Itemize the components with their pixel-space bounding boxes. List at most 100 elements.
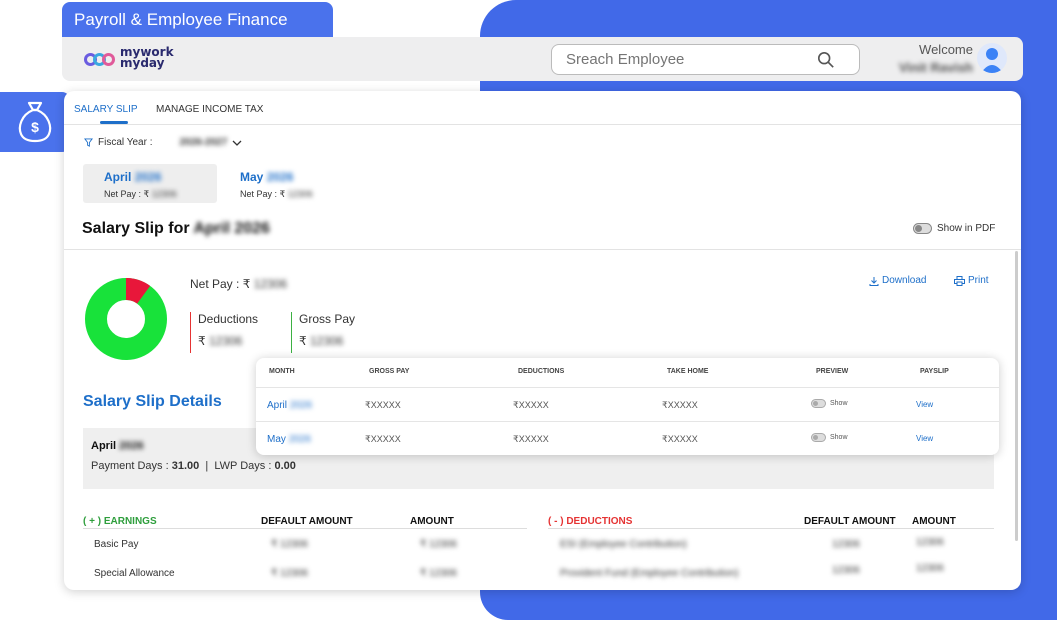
month-card-april[interactable]: April 2026 Net Pay : ₹ 12306 [83, 164, 217, 203]
earning-label: Basic Pay [94, 539, 139, 550]
row-gross: ₹XXXXX [365, 400, 401, 410]
fiscal-year-value: 2026-2027 [179, 137, 228, 148]
view-payslip-link[interactable]: View [916, 400, 933, 409]
active-tab-indicator [100, 121, 128, 124]
earnings-amount-col: AMOUNT [410, 516, 454, 527]
download-button[interactable]: Download [869, 275, 926, 286]
divider [83, 528, 527, 529]
earning-amount: ₹ 12306 [420, 568, 457, 579]
earning-amount: ₹ 12306 [420, 539, 457, 550]
chevron-down-icon[interactable] [232, 139, 242, 147]
money-bag-icon: $ [18, 101, 52, 143]
row-deductions: ₹XXXXX [513, 434, 549, 444]
avatar[interactable] [977, 43, 1007, 73]
svg-text:$: $ [31, 119, 39, 135]
col-preview: PREVIEW [816, 368, 849, 375]
toggle-label: Show in PDF [937, 223, 996, 234]
col-month: MONTH [269, 368, 295, 375]
net-pay-summary: Net Pay : ₹ 12306 [190, 277, 288, 291]
fiscal-year-label: Fiscal Year : [98, 137, 153, 148]
brand-logo[interactable]: mywork myday [84, 45, 174, 70]
row-month: May 2026 [267, 434, 311, 445]
deduction-default: 12306 [832, 539, 860, 550]
net-pay-value: 12306 [151, 189, 177, 199]
section-title: Salary Slip Details [83, 393, 222, 410]
brand-name: mywork myday [120, 45, 174, 70]
col-payslip: PAYSLIP [920, 368, 949, 375]
preview-toggle[interactable]: Show [811, 433, 848, 442]
page-title: Salary Slip for April 2026 [82, 220, 270, 237]
tab-manage-income-tax[interactable]: MANAGE INCOME TAX [156, 104, 263, 115]
search-icon[interactable] [817, 51, 835, 69]
deductions-header: ( - ) DEDUCTIONS [548, 516, 633, 527]
net-pay-label: Net Pay : ₹ [240, 189, 286, 199]
payroll-card: SALARY SLIP MANAGE INCOME TAX Fiscal Yea… [64, 91, 1021, 590]
tab-bar: SALARY SLIP MANAGE INCOME TAX [64, 91, 1021, 125]
earning-label: Special Allowance [94, 568, 175, 579]
user-name: Vinit Ravish [898, 60, 973, 75]
deduction-default: 12306 [832, 565, 860, 576]
net-pay-value: 12306 [287, 189, 313, 199]
month-card-may[interactable]: May 2026 Net Pay : ₹ 12306 [219, 164, 353, 203]
row-deductions: ₹XXXXX [513, 400, 549, 410]
tab-salary-slip[interactable]: SALARY SLIP [74, 104, 138, 115]
top-header: mywork myday Welcome Vinit Ravish [62, 37, 1023, 81]
deductions-amount: 12306 [208, 334, 243, 348]
welcome-label: Welcome [919, 42, 973, 57]
month-year: 2026 [266, 170, 294, 184]
employee-search[interactable] [551, 44, 860, 75]
month-name: April [104, 170, 132, 184]
earnings-default-col: DEFAULT AMOUNT [261, 516, 353, 527]
view-payslip-link[interactable]: View [916, 434, 933, 443]
show-in-pdf-toggle[interactable]: Show in PDF [913, 223, 995, 234]
toggle-switch[interactable] [913, 223, 932, 234]
gross-pay-label: Gross Pay [299, 312, 356, 326]
col-gross-pay: GROSS PAY [369, 368, 410, 375]
days-info: Payment Days : 31.00 | LWP Days : 0.00 [91, 460, 296, 472]
month-name: May [240, 170, 264, 184]
divider [64, 249, 1021, 250]
welcome-block: Welcome Vinit Ravish [899, 42, 973, 75]
fiscal-year-filter[interactable]: Fiscal Year : 2026-2027 [84, 137, 242, 148]
earning-default: ₹ 12306 [271, 539, 308, 550]
payroll-module-tile[interactable]: $ [0, 92, 70, 152]
row-take-home: ₹XXXXX [662, 434, 698, 444]
toggle-switch[interactable] [811, 399, 826, 408]
deduction-label: Provident Fund (Employee Contribution) [560, 568, 739, 579]
col-deductions: DEDUCTIONS [518, 368, 565, 375]
deductions-default-col: DEFAULT AMOUNT [804, 516, 896, 527]
printer-icon [954, 275, 965, 286]
earnings-header: ( + ) EARNINGS [83, 516, 157, 527]
pay-donut-chart [85, 278, 167, 360]
deduction-amount: 12306 [916, 563, 944, 574]
gross-pay-stat: Gross Pay ₹ 12306 [291, 312, 355, 353]
slip-period: April 2026 [193, 220, 270, 237]
scrollbar[interactable] [1015, 251, 1018, 541]
deductions-label: Deductions [198, 312, 259, 326]
user-icon [981, 48, 1003, 73]
divider [548, 528, 994, 529]
deductions-stat: Deductions ₹ 12306 [190, 312, 258, 353]
deduction-label: ESI (Employee Contribution) [560, 539, 687, 550]
logo-icon [84, 47, 116, 69]
deductions-amount-col: AMOUNT [912, 516, 956, 527]
earning-default: ₹ 12306 [271, 568, 308, 579]
net-pay-amount: 12306 [253, 277, 288, 291]
row-gross: ₹XXXXX [365, 434, 401, 444]
app-title: Payroll & Employee Finance [62, 2, 333, 38]
table-row: April 2026 ₹XXXXX ₹XXXXX ₹XXXXX Show Vie… [256, 387, 999, 421]
col-take-home: TAKE HOME [667, 368, 709, 375]
row-take-home: ₹XXXXX [662, 400, 698, 410]
toggle-switch[interactable] [811, 433, 826, 442]
row-month: April 2026 [267, 400, 313, 411]
net-pay-label: Net Pay : ₹ [104, 189, 150, 199]
download-icon [869, 276, 879, 286]
print-button[interactable]: Print [954, 275, 989, 286]
payslip-history-popup: MONTH GROSS PAY DEDUCTIONS TAKE HOME PRE… [256, 358, 999, 455]
search-input[interactable] [552, 45, 802, 74]
deduction-amount: 12306 [916, 537, 944, 548]
month-year: 2026 [134, 170, 162, 184]
preview-toggle[interactable]: Show [811, 399, 848, 408]
gross-pay-amount: 12306 [309, 334, 344, 348]
table-row: May 2026 ₹XXXXX ₹XXXXX ₹XXXXX Show View [256, 421, 999, 455]
